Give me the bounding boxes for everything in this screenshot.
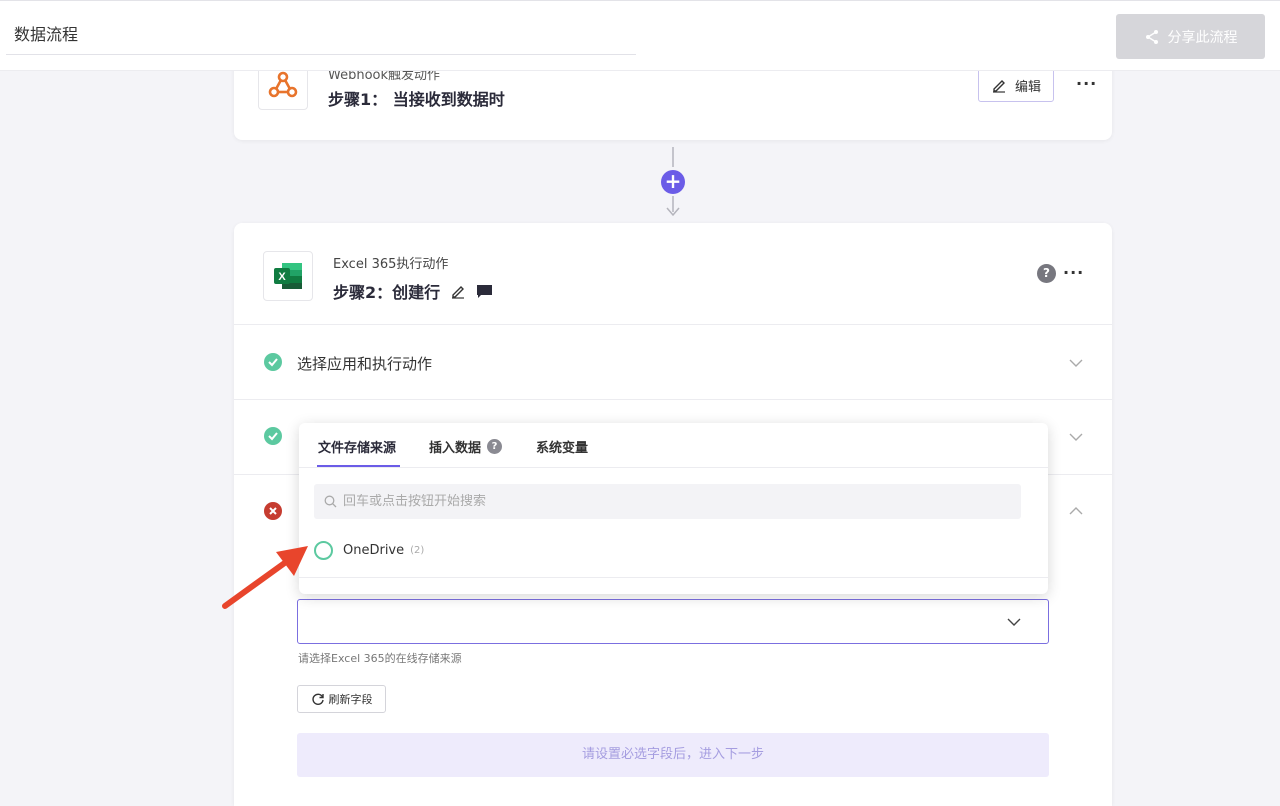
pencil-icon[interactable] <box>450 283 466 299</box>
chevron-down-icon <box>1007 618 1021 626</box>
excel-icon: X <box>263 251 313 301</box>
search-input[interactable] <box>343 494 983 509</box>
chevron-up-icon[interactable] <box>1068 503 1084 519</box>
option-onedrive[interactable]: OneDrive (2) <box>314 541 424 560</box>
search-icon[interactable] <box>324 495 337 508</box>
comment-icon[interactable] <box>476 283 493 299</box>
step2-more-icon[interactable]: ··· <box>1063 263 1084 282</box>
chevron-down-icon <box>1069 359 1083 367</box>
tab-label: 系统变量 <box>536 441 589 456</box>
share-flow-button[interactable]: 分享此流程 <box>1116 14 1265 59</box>
pencil-icon <box>992 80 1005 93</box>
arrow-down-icon <box>666 207 680 217</box>
share-icon <box>1145 29 1158 44</box>
step1-more-icon[interactable]: ··· <box>1076 74 1097 93</box>
refresh-icon <box>311 693 324 705</box>
step1-title: 步骤1： 当接收到数据时 <box>328 90 505 109</box>
connector-line <box>672 147 674 167</box>
section-label: 选择应用和执行动作 <box>297 355 433 373</box>
option-count: (2) <box>410 545 425 556</box>
error-circle-icon <box>264 502 282 520</box>
refresh-label: 刷新字段 <box>328 693 373 706</box>
share-flow-label: 分享此流程 <box>1167 29 1238 46</box>
next-step-button[interactable]: 请设置必选字段后，进入下一步 <box>297 733 1049 777</box>
svg-text:X: X <box>278 271 286 283</box>
top-bar: 数据流程 分享此流程 <box>0 0 1280 71</box>
help-icon: ? <box>487 439 503 454</box>
step2-subtitle: Excel 365执行动作 <box>333 257 449 272</box>
storage-source-dropdown: 文件存储来源 插入数据 ? 系统变量 OneDrive (2) <box>299 423 1048 594</box>
field-hint: 请选择Excel 365的在线存储来源 <box>298 652 462 665</box>
section-select-app[interactable]: 选择应用和执行动作 <box>234 324 1112 399</box>
chevron-down-icon <box>1069 433 1083 441</box>
refresh-fields-button[interactable]: 刷新字段 <box>297 685 386 713</box>
dropdown-tabs: 文件存储来源 插入数据 ? 系统变量 <box>299 423 1048 468</box>
tab-label: 文件存储来源 <box>318 441 397 456</box>
dropdown-divider <box>299 577 1048 578</box>
option-label: OneDrive <box>343 543 405 558</box>
check-circle-icon <box>264 353 282 371</box>
step2-title-row: 步骤2：创建行 <box>333 279 493 303</box>
storage-source-select[interactable] <box>297 599 1049 644</box>
active-tab-indicator <box>317 465 400 467</box>
tab-system-variables[interactable]: 系统变量 <box>536 437 588 456</box>
check-circle-icon <box>264 427 282 445</box>
add-step-button[interactable]: + <box>661 170 685 194</box>
edit-step1-button[interactable]: 编辑 <box>978 68 1054 102</box>
tab-insert-data[interactable]: 插入数据 ? <box>429 437 503 456</box>
tab-file-storage[interactable]: 文件存储来源 <box>318 437 396 456</box>
edit-label: 编辑 <box>1014 79 1041 95</box>
search-field <box>314 484 1021 519</box>
tab-label: 插入数据 <box>429 441 482 456</box>
help-icon[interactable]: ? <box>1037 264 1056 283</box>
flow-name-input[interactable]: 数据流程 <box>6 15 636 55</box>
step2-title: 步骤2：创建行 <box>333 283 441 302</box>
annotation-arrow-icon <box>222 546 308 609</box>
